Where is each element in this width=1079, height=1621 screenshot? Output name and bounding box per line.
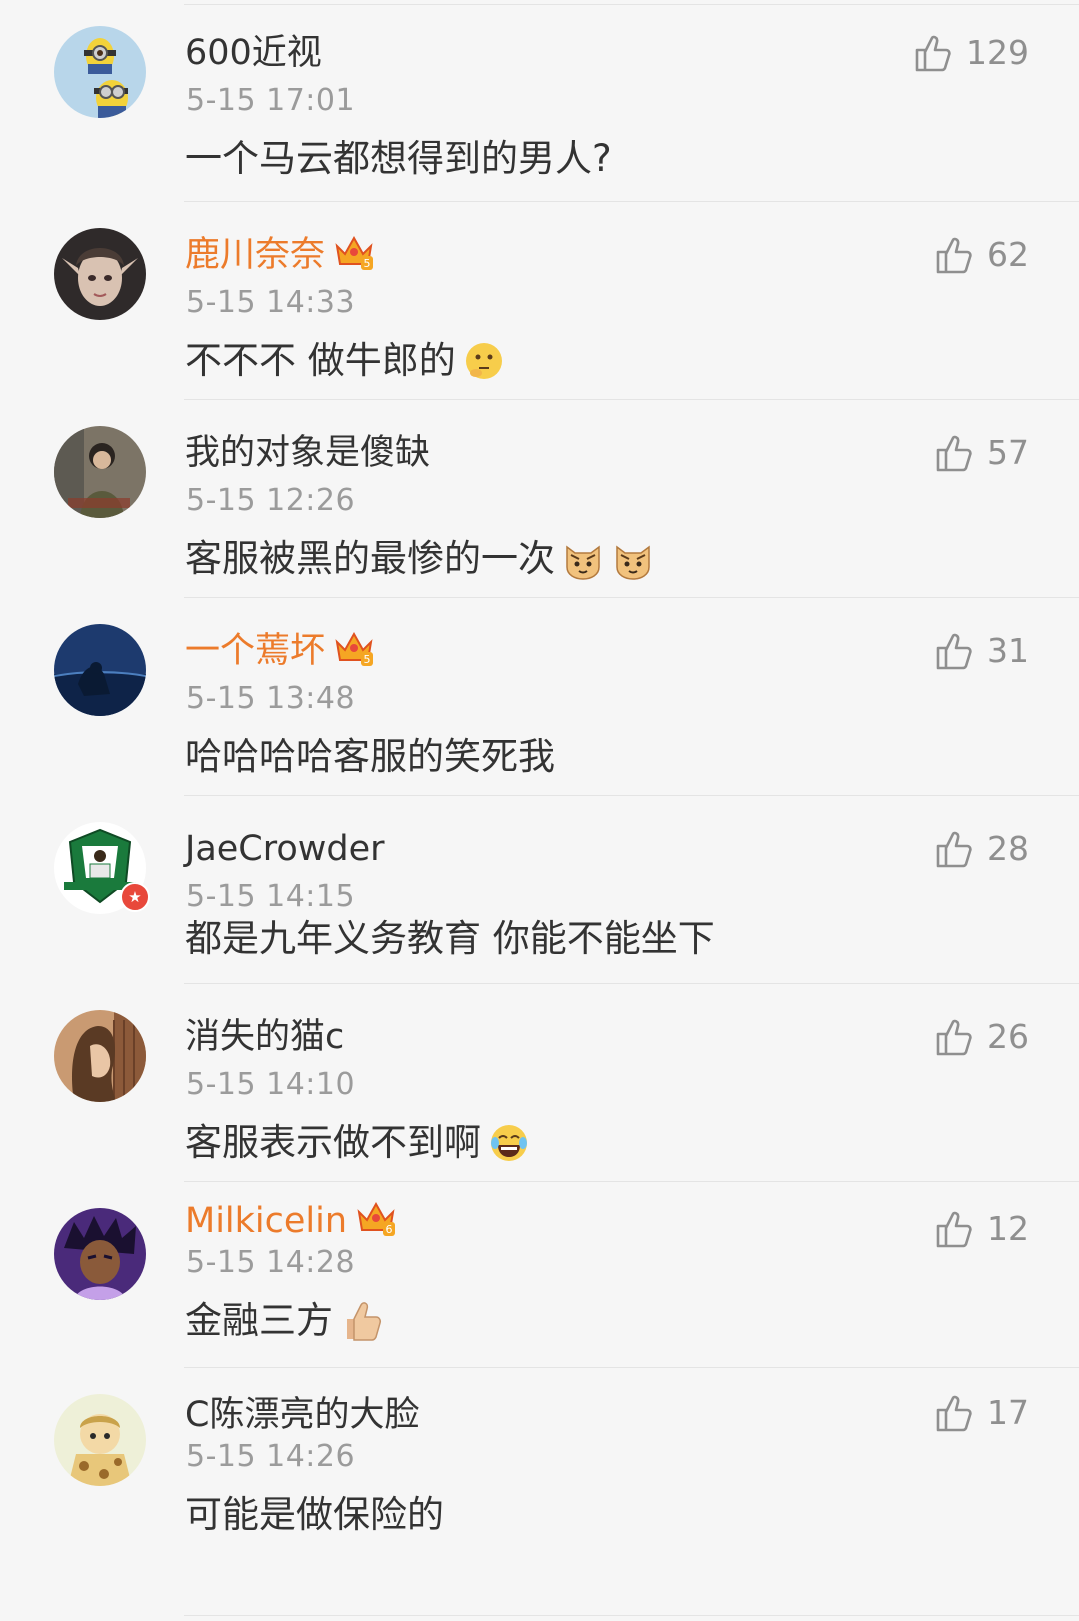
elf-girl-avatar-icon (54, 228, 146, 320)
comment-time: 5-15 14:10 (186, 1067, 356, 1102)
thumbs-up-icon (936, 1019, 972, 1056)
comment-text: 客服表示做不到啊 (185, 1118, 531, 1168)
like-button[interactable]: 31 (933, 630, 1029, 672)
thumbs-up-emoji-icon (347, 1302, 381, 1341)
like-count: 12 (987, 1209, 1029, 1248)
like-count: 31 (987, 631, 1029, 670)
like-button[interactable]: 57 (933, 432, 1029, 474)
divider (184, 1615, 1079, 1616)
username[interactable]: 鹿川奈奈 5 (185, 232, 375, 278)
comment-text: 都是九年义务教育 你能不能坐下 (185, 917, 715, 960)
comment-time: 5-15 13:48 (186, 681, 356, 716)
cat-face-emoji-icon (566, 545, 600, 580)
avatar[interactable] (54, 1208, 146, 1300)
thinking-emoji-icon (465, 343, 502, 379)
thumbs-up-icon (936, 435, 972, 472)
like-button[interactable]: 26 (933, 1016, 1029, 1058)
verified-badge-icon: ★ (120, 882, 150, 912)
svg-text:5: 5 (364, 257, 371, 270)
like-count: 17 (987, 1393, 1029, 1432)
comment-text: 不不不 做牛郎的 (185, 336, 506, 386)
comment-time: 5-15 14:26 (186, 1439, 356, 1474)
avatar[interactable] (54, 1394, 146, 1486)
username[interactable]: C陈漂亮的大脸 (185, 1392, 419, 1438)
comment-item: 一个蔫坏 5 5-15 13:48 哈哈哈哈客服的笑死我 31 (0, 598, 1079, 796)
like-count: 26 (987, 1017, 1029, 1056)
like-count: 57 (987, 433, 1029, 472)
thumbs-up-icon (936, 831, 972, 868)
comment-text: 可能是做保险的 (185, 1493, 444, 1536)
minion-avatar-icon (54, 26, 146, 118)
comment-text: 哈哈哈哈客服的笑死我 (185, 735, 555, 778)
comment-item: 600近视 5-15 17:01 一个马云都想得到的男人? 129 (0, 0, 1079, 202)
like-count: 129 (966, 33, 1029, 72)
like-button[interactable]: 62 (933, 234, 1029, 276)
comment-time: 5-15 12:26 (186, 483, 356, 518)
avatar[interactable] (54, 426, 146, 518)
comment-item: 我的对象是傻缺 5-15 12:26 客服被黑的最惨的一次 57 (0, 400, 1079, 598)
like-count: 62 (987, 235, 1029, 274)
laughing-tears-emoji-icon (491, 1125, 527, 1161)
thumbs-up-icon (936, 1211, 972, 1248)
comment-text: 金融三方 (185, 1296, 383, 1346)
thumbs-up-icon (915, 35, 951, 72)
vip-crown-icon: 5 (335, 235, 374, 270)
comment-time: 5-15 14:33 (186, 285, 356, 320)
like-button[interactable]: 17 (933, 1392, 1029, 1434)
username[interactable]: 600近视 (185, 30, 322, 76)
girl-profile-avatar-icon (54, 1010, 146, 1102)
username[interactable]: 消失的猫c (185, 1014, 344, 1060)
avatar[interactable] (54, 1010, 146, 1102)
comment-item: 鹿川奈奈 5 5-15 14:33 不不不 做牛郎的 62 (0, 202, 1079, 400)
like-button[interactable]: 12 (933, 1208, 1029, 1250)
username[interactable]: JaeCrowder (185, 826, 385, 872)
comment-item: ★ JaeCrowder 5-15 14:15 都是九年义务教育 你能不能坐下 … (0, 796, 1079, 984)
vip-crown-icon: 5 (335, 631, 374, 666)
vip-crown-icon: 6 (357, 1201, 396, 1236)
comment-list: 600近视 5-15 17:01 一个马云都想得到的男人? 129 鹿川奈奈 5 … (0, 0, 1079, 1621)
comment-time: 5-15 14:15 (186, 879, 356, 914)
comment-text: 一个马云都想得到的男人? (185, 137, 612, 180)
photo-avatar-icon (54, 426, 146, 518)
comment-time: 5-15 14:28 (186, 1245, 356, 1280)
like-button[interactable]: 28 (933, 828, 1029, 870)
comment-item: 消失的猫c 5-15 14:10 客服表示做不到啊 26 (0, 984, 1079, 1182)
comment-item: Milkicelin 6 5-15 14:28 金融三方 12 (0, 1182, 1079, 1368)
avatar[interactable] (54, 228, 146, 320)
comment-item: C陈漂亮的大脸 5-15 14:26 可能是做保险的 17 (0, 1368, 1079, 1616)
username[interactable]: Milkicelin 6 (185, 1198, 397, 1244)
svg-text:5: 5 (364, 653, 371, 666)
anime-boy-avatar-icon (54, 1208, 146, 1300)
cat-face-emoji-icon (616, 545, 650, 580)
thumbs-up-icon (936, 237, 972, 274)
giraffe-avatar-icon (54, 1394, 146, 1486)
like-count: 28 (987, 829, 1029, 868)
avatar[interactable] (54, 624, 146, 716)
username[interactable]: 一个蔫坏 5 (185, 628, 375, 674)
like-button[interactable]: 129 (912, 32, 1029, 74)
comment-time: 5-15 17:01 (186, 83, 356, 118)
svg-text:6: 6 (386, 1223, 393, 1236)
thumbs-up-icon (936, 1395, 972, 1432)
username[interactable]: 我的对象是傻缺 (185, 430, 430, 476)
blue-sea-avatar-icon (54, 624, 146, 716)
comment-text: 客服被黑的最惨的一次 (185, 534, 655, 584)
avatar[interactable] (54, 26, 146, 118)
thumbs-up-icon (936, 633, 972, 670)
